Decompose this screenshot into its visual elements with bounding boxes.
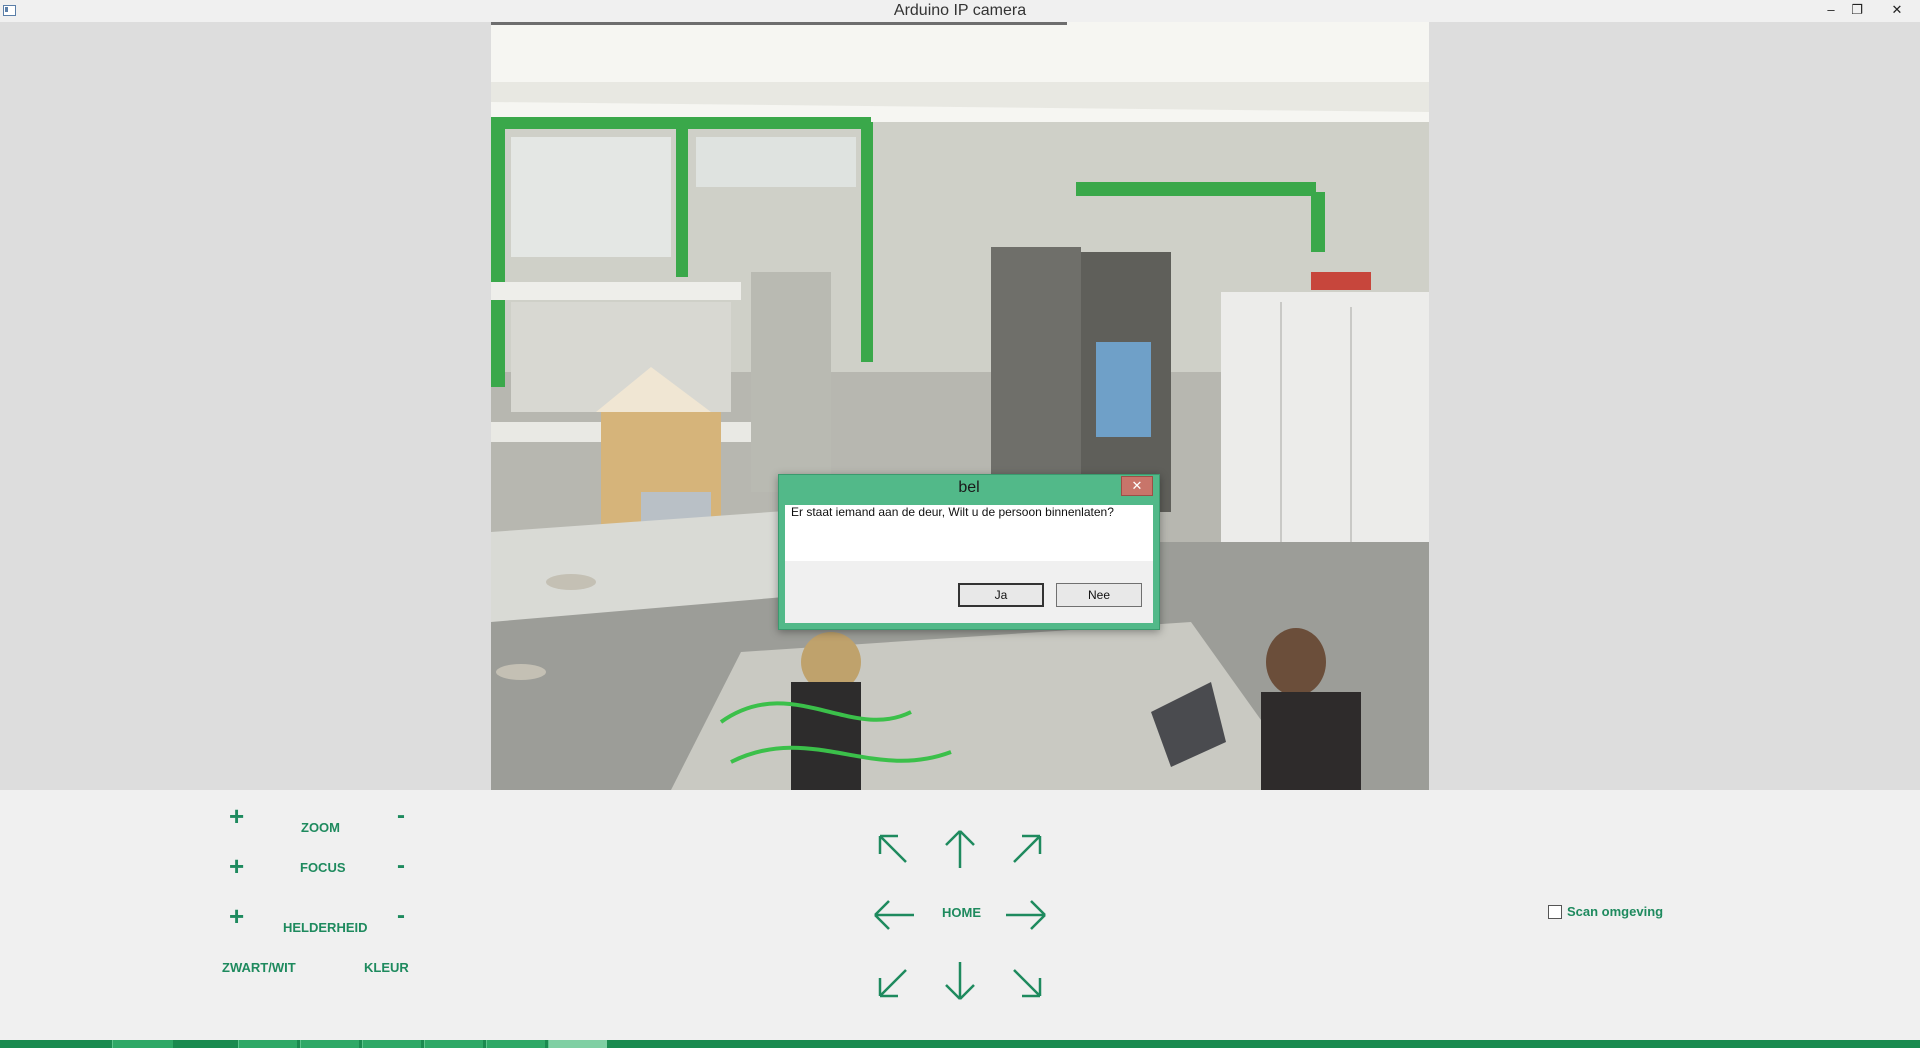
color-button[interactable]: KLEUR — [364, 960, 409, 975]
scan-label: Scan omgeving — [1567, 904, 1664, 919]
focus-minus-button[interactable]: - — [397, 854, 405, 878]
taskbar-item[interactable] — [486, 1040, 545, 1048]
camera-feed — [491, 22, 1429, 790]
dialog-close-button[interactable]: ✕ — [1121, 476, 1153, 496]
dialog-title: bel — [958, 479, 980, 496]
pan-down-arrow-icon[interactable] — [943, 960, 977, 1002]
minimize-button[interactable]: – — [1818, 0, 1844, 20]
brightness-minus-button[interactable]: - — [397, 904, 405, 928]
taskbar — [0, 1040, 1920, 1048]
pan-up-right-arrow-icon[interactable] — [1010, 832, 1044, 866]
pan-down-right-arrow-icon[interactable] — [1010, 966, 1044, 1000]
scan-checkbox[interactable] — [1548, 904, 1562, 919]
camera-feed-image — [491, 22, 1429, 790]
pan-down-left-arrow-icon[interactable] — [876, 966, 910, 1000]
window-title: Arduino IP camera — [893, 2, 1027, 19]
scan-environment-toggle[interactable]: Scan omgeving — [1548, 904, 1663, 919]
stream-progress-line — [491, 22, 1067, 25]
zoom-label: ZOOM — [301, 820, 340, 835]
dialog-message: Er staat iemand aan de deur, Wilt u de p… — [791, 505, 1114, 519]
pan-up-arrow-icon[interactable] — [943, 828, 977, 870]
restore-button[interactable]: ❐ — [1844, 0, 1870, 20]
brightness-plus-button[interactable]: + — [229, 903, 244, 929]
taskbar-item[interactable] — [424, 1040, 483, 1048]
taskbar-item[interactable] — [300, 1040, 359, 1048]
focus-label: FOCUS — [300, 860, 346, 875]
home-button[interactable]: HOME — [942, 905, 981, 920]
focus-plus-button[interactable]: + — [229, 853, 244, 879]
pan-up-left-arrow-icon[interactable] — [876, 832, 910, 866]
black-white-button[interactable]: ZWART/WIT — [222, 960, 296, 975]
pan-left-arrow-icon[interactable] — [872, 898, 916, 932]
taskbar-item-active[interactable] — [548, 1040, 607, 1048]
taskbar-item[interactable] — [238, 1040, 297, 1048]
no-button[interactable]: Nee — [1056, 583, 1142, 607]
taskbar-item[interactable] — [112, 1040, 173, 1048]
doorbell-dialog: bel ✕ Er staat iemand aan de deur, Wilt … — [778, 474, 1160, 630]
close-button[interactable]: ✕ — [1884, 0, 1910, 20]
zoom-in-button[interactable]: + — [229, 803, 244, 829]
zoom-out-button[interactable]: - — [397, 804, 405, 828]
taskbar-item[interactable] — [362, 1040, 421, 1048]
title-bar: Arduino IP camera – ❐ ✕ — [0, 0, 1920, 23]
yes-button[interactable]: Ja — [958, 583, 1044, 607]
brightness-label: HELDERHEID — [283, 920, 368, 935]
pan-right-arrow-icon[interactable] — [1004, 898, 1048, 932]
